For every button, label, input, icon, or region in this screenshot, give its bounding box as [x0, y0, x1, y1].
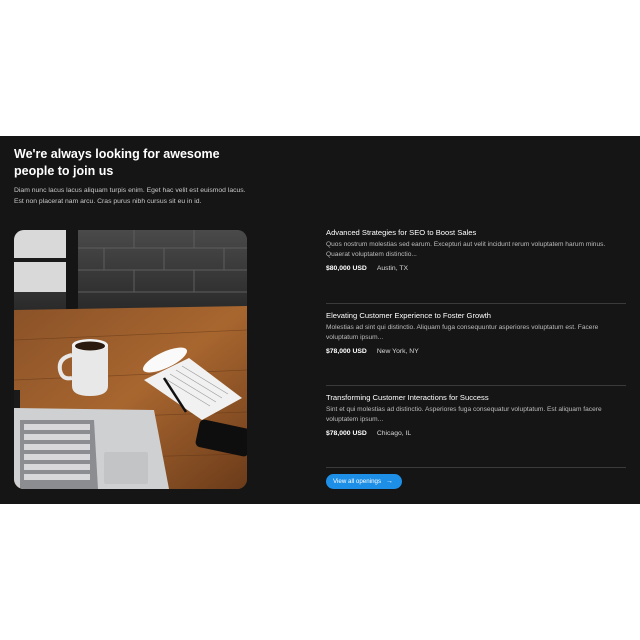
job-meta: $78,000 USD Chicago, IL — [326, 429, 626, 439]
job-salary: $80,000 USD — [326, 264, 367, 272]
job-salary: $78,000 USD — [326, 429, 367, 437]
job-title[interactable]: Elevating Customer Experience to Foster … — [326, 310, 626, 321]
view-all-openings-label: View all openings — [333, 478, 382, 485]
job-location: Chicago, IL — [376, 429, 412, 437]
job-listing[interactable]: Advanced Strategies for SEO to Boost Sal… — [326, 222, 626, 304]
job-listing[interactable]: Transforming Customer Interactions for S… — [326, 386, 626, 468]
job-title[interactable]: Advanced Strategies for SEO to Boost Sal… — [326, 227, 626, 238]
job-location: New York, NY — [376, 347, 419, 355]
job-title[interactable]: Transforming Customer Interactions for S… — [326, 392, 626, 403]
view-all-openings-button[interactable]: View all openings → — [326, 474, 403, 489]
workspace-photo — [14, 230, 247, 489]
job-description: Sint et qui molestias ad distinctio. Asp… — [326, 406, 602, 424]
job-description: Molestias ad sint qui distinctio. Aliqua… — [326, 324, 599, 342]
job-meta: $78,000 USD New York, NY — [326, 347, 626, 357]
job-meta: $80,000 USD Austin, TX — [326, 264, 626, 274]
job-location: Austin, TX — [376, 264, 409, 272]
job-description: Quos nostrum molestias sed earum. Except… — [326, 241, 606, 259]
section-heading: We're always looking for awesome people … — [14, 147, 220, 178]
job-salary: $78,000 USD — [326, 347, 367, 355]
job-list: Advanced Strategies for SEO to Boost Sal… — [326, 222, 626, 468]
job-listing[interactable]: Elevating Customer Experience to Foster … — [326, 304, 626, 386]
section-intro: Diam nunc lacus lacus aliquam turpis eni… — [14, 187, 246, 205]
arrow-right-icon: → — [386, 478, 394, 485]
